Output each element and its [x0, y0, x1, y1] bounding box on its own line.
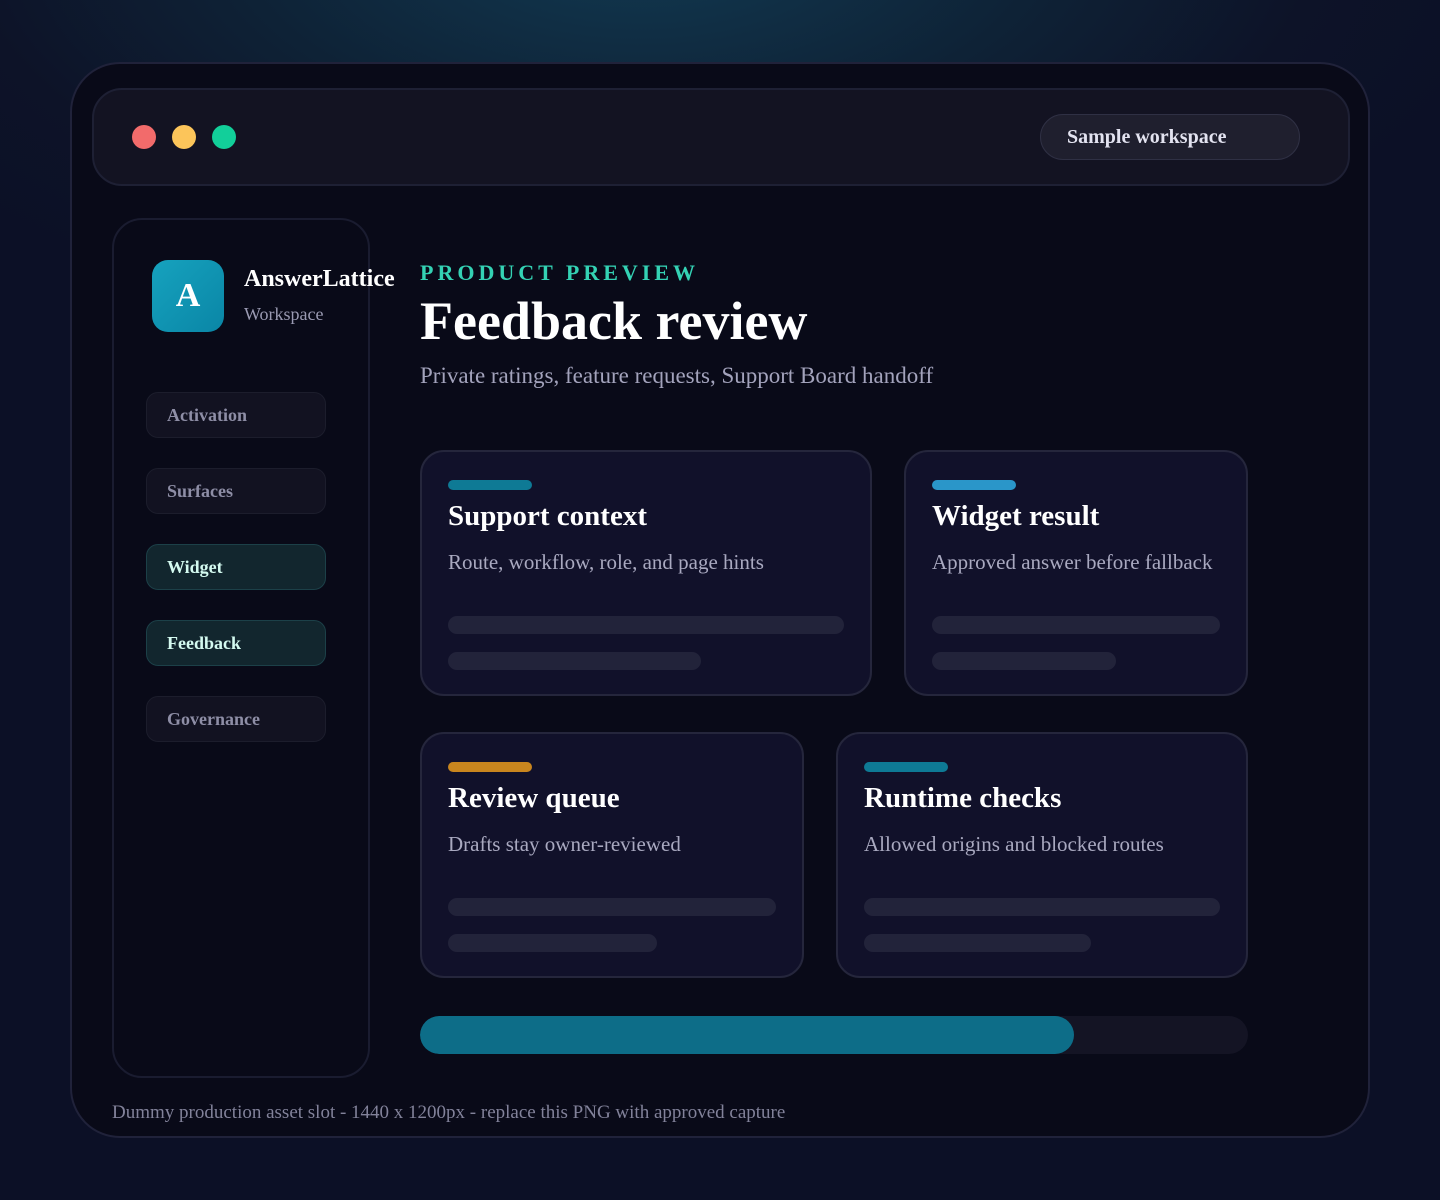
card-title: Widget result — [932, 500, 1100, 532]
card-title: Support context — [448, 500, 647, 532]
card-title: Runtime checks — [864, 782, 1062, 814]
brand-name: AnswerLattice — [244, 266, 395, 292]
placeholder-line — [932, 616, 1220, 634]
placeholder-line — [448, 616, 844, 634]
sidebar-item-activation[interactable]: Activation — [146, 392, 326, 438]
maximize-window-icon[interactable] — [212, 125, 236, 149]
sidebar: A AnswerLattice Workspace Activation Sur… — [112, 218, 395, 1078]
card-description: Route, workflow, role, and page hints — [448, 550, 764, 574]
sidebar-item-feedback[interactable]: Feedback — [146, 620, 326, 666]
sidebar-item-surfaces[interactable]: Surfaces — [146, 468, 326, 514]
card-accent-bar — [448, 480, 532, 490]
sidebar-item-widget[interactable]: Widget — [146, 544, 326, 590]
progress-bar — [420, 1016, 1248, 1054]
title-bar: Sample workspace — [92, 88, 1350, 186]
card-accent-bar — [448, 762, 532, 772]
card-description: Approved answer before fallback — [932, 550, 1213, 574]
brand-subtitle: Workspace — [244, 304, 324, 324]
page-subtitle: Private ratings, feature requests, Suppo… — [420, 363, 934, 388]
progress-bar-fill — [420, 1016, 1075, 1054]
workspace-selector-button[interactable]: Sample workspace — [1040, 114, 1300, 160]
card-widget-result[interactable]: Widget result Approved answer before fal… — [904, 450, 1248, 696]
page-eyebrow: PRODUCT PREVIEW — [420, 260, 700, 285]
placeholder-line — [932, 652, 1116, 670]
card-accent-bar — [864, 762, 948, 772]
card-support-context[interactable]: Support context Route, workflow, role, a… — [420, 450, 872, 696]
brand-logo-icon: A — [152, 260, 224, 332]
card-description: Drafts stay owner-reviewed — [448, 832, 681, 856]
placeholder-line — [448, 934, 657, 952]
minimize-window-icon[interactable] — [172, 125, 196, 149]
placeholder-line — [448, 898, 776, 916]
card-title: Review queue — [448, 782, 620, 814]
page-title: Feedback review — [420, 291, 808, 351]
sidebar-item-governance[interactable]: Governance — [146, 696, 326, 742]
placeholder-line — [864, 898, 1220, 916]
footer-note: Dummy production asset slot - 1440 x 120… — [112, 1102, 786, 1123]
card-accent-bar — [932, 480, 1016, 490]
placeholder-line — [448, 652, 701, 670]
placeholder-line — [864, 934, 1091, 952]
close-window-icon[interactable] — [132, 125, 156, 149]
card-description: Allowed origins and blocked routes — [864, 832, 1164, 856]
card-review-queue[interactable]: Review queue Drafts stay owner-reviewed — [420, 732, 804, 978]
card-runtime-checks[interactable]: Runtime checks Allowed origins and block… — [836, 732, 1248, 978]
